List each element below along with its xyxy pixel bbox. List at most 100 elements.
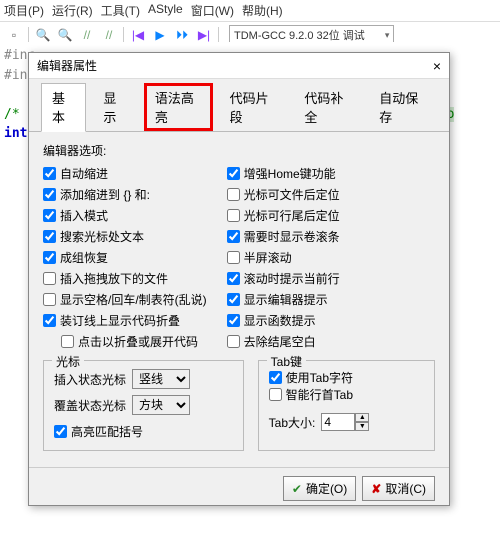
tab-completion[interactable]: 代码补全 [293, 83, 362, 131]
option-checkbox[interactable] [227, 209, 240, 222]
option-label: 成组恢复 [60, 249, 108, 266]
insert-cursor-select[interactable]: 竖线 [132, 369, 190, 389]
option-item: 点击以折叠或展开代码 [61, 333, 207, 350]
option-item: 显示编辑器提示 [227, 291, 340, 308]
cursor-legend: 光标 [52, 353, 84, 370]
option-item: 自动缩进 [43, 165, 207, 182]
option-label: 显示编辑器提示 [244, 291, 328, 308]
editor-properties-dialog: 编辑器属性 × 基本 显示 语法高亮 代码片段 代码补全 自动保存 编辑器选项:… [28, 52, 450, 506]
option-label: 插入拖拽放下的文件 [60, 270, 168, 287]
dialog-titlebar: 编辑器属性 × [29, 53, 449, 79]
check-icon: ✔ [292, 482, 302, 496]
tab-size-input[interactable] [321, 413, 355, 431]
compiler-label: TDM-GCC 9.2.0 32位 调试 [234, 27, 365, 43]
close-icon[interactable]: × [433, 58, 441, 74]
highlight-brackets-checkbox[interactable] [54, 425, 67, 438]
menubar: 项目(P) 运行(R) 工具(T) AStyle 窗口(W) 帮助(H) [0, 0, 500, 22]
option-checkbox[interactable] [227, 314, 240, 327]
option-label: 搜索光标处文本 [60, 228, 144, 245]
option-checkbox[interactable] [43, 251, 56, 264]
menu-window[interactable]: 窗口(W) [191, 2, 234, 19]
toolbar-separator [218, 27, 219, 43]
dialog-buttons: ✔ 确定(O) ✘ 取消(C) [29, 467, 449, 509]
dialog-body: 编辑器选项: 自动缩进添加缩进到 {} 和: 插入模式搜索光标处文本成组恢复插入拖… [29, 132, 449, 461]
overwrite-cursor-select[interactable]: 方块 [132, 395, 190, 415]
menu-astyle[interactable]: AStyle [148, 2, 183, 19]
option-item: 搜索光标处文本 [43, 228, 207, 245]
menu-tools[interactable]: 工具(T) [101, 2, 140, 19]
option-label: 装订线上显示代码折叠 [60, 312, 180, 329]
option-checkbox[interactable] [227, 167, 240, 180]
insert-cursor-label: 插入状态光标 [54, 371, 126, 388]
options-label: 编辑器选项: [43, 142, 435, 159]
dialog-tabs: 基本 显示 语法高亮 代码片段 代码补全 自动保存 [29, 79, 449, 132]
option-checkbox[interactable] [43, 167, 56, 180]
option-checkbox[interactable] [227, 272, 240, 285]
smart-indent-checkbox[interactable] [269, 388, 282, 401]
option-label: 增强Home键功能 [244, 165, 336, 182]
smart-indent-label: 智能行首Tab [286, 386, 353, 403]
option-item: 光标可行尾后定位 [227, 207, 340, 224]
option-label: 添加缩进到 {} 和: [60, 186, 150, 203]
option-checkbox[interactable] [43, 314, 56, 327]
option-item: 显示空格/回车/制表符(乱说) [43, 291, 207, 308]
option-item: 插入模式 [43, 207, 207, 224]
tab-size-label: Tab大小: [269, 414, 316, 431]
cursor-group: 光标 插入状态光标 竖线 覆盖状态光标 方块 高亮匹配括号 [43, 360, 244, 451]
ok-button[interactable]: ✔ 确定(O) [283, 476, 356, 501]
option-item: 半屏滚动 [227, 249, 340, 266]
option-label: 自动缩进 [60, 165, 108, 182]
option-label: 需要时显示卷滚条 [244, 228, 340, 245]
option-item: 显示函数提示 [227, 312, 340, 329]
toolbar-separator [28, 27, 29, 43]
menu-help[interactable]: 帮助(H) [242, 2, 283, 19]
use-tab-checkbox[interactable] [269, 371, 282, 384]
option-item: 装订线上显示代码折叠 [43, 312, 207, 329]
use-tab-label: 使用Tab字符 [286, 369, 353, 386]
dialog-title-text: 编辑器属性 [37, 57, 97, 74]
tab-snippet[interactable]: 代码片段 [219, 83, 288, 131]
option-checkbox[interactable] [43, 209, 56, 222]
spinner-up-icon[interactable]: ▲ [355, 413, 369, 422]
editor-options: 自动缩进添加缩进到 {} 和: 插入模式搜索光标处文本成组恢复插入拖拽放下的文件显… [43, 165, 435, 350]
spinner-down-icon[interactable]: ▼ [355, 422, 369, 431]
option-label: 显示函数提示 [244, 312, 316, 329]
option-checkbox[interactable] [227, 335, 240, 348]
overwrite-cursor-label: 覆盖状态光标 [54, 397, 126, 414]
tab-autosave[interactable]: 自动保存 [368, 83, 437, 131]
option-item: 成组恢复 [43, 249, 207, 266]
option-checkbox[interactable] [227, 251, 240, 264]
option-checkbox[interactable] [43, 293, 56, 306]
option-label: 光标可文件后定位 [244, 186, 340, 203]
option-checkbox[interactable] [227, 188, 240, 201]
tab-size-spinner[interactable]: ▲ ▼ [321, 413, 369, 431]
chevron-down-icon: ▾ [385, 30, 390, 41]
option-label: 点击以折叠或展开代码 [78, 333, 198, 350]
tab-basic[interactable]: 基本 [41, 83, 86, 132]
option-label: 显示空格/回车/制表符(乱说) [60, 291, 207, 308]
option-checkbox[interactable] [43, 188, 56, 201]
tab-display[interactable]: 显示 [92, 83, 137, 131]
menu-project[interactable]: 项目(P) [4, 2, 44, 19]
menu-run[interactable]: 运行(R) [52, 2, 93, 19]
option-item: 增强Home键功能 [227, 165, 340, 182]
tab-syntax-highlight[interactable]: 语法高亮 [144, 83, 213, 131]
cancel-button[interactable]: ✘ 取消(C) [362, 476, 435, 501]
option-checkbox[interactable] [61, 335, 74, 348]
tab-legend: Tab键 [267, 353, 306, 370]
highlight-brackets-label: 高亮匹配括号 [71, 423, 143, 440]
option-label: 光标可行尾后定位 [244, 207, 340, 224]
option-item: 去除结尾空白 [227, 333, 340, 350]
option-checkbox[interactable] [43, 272, 56, 285]
tab-group: Tab键 使用Tab字符 智能行首Tab Tab大小: ▲ ▼ [258, 360, 435, 451]
option-label: 半屏滚动 [244, 249, 292, 266]
option-label: 去除结尾空白 [244, 333, 316, 350]
groups-row: 光标 插入状态光标 竖线 覆盖状态光标 方块 高亮匹配括号 Tab键 [43, 360, 435, 451]
option-item: 滚动时提示当前行 [227, 270, 340, 287]
option-item: 需要时显示卷滚条 [227, 228, 340, 245]
option-checkbox[interactable] [43, 230, 56, 243]
option-checkbox[interactable] [227, 230, 240, 243]
option-label: 滚动时提示当前行 [244, 270, 340, 287]
option-checkbox[interactable] [227, 293, 240, 306]
cancel-icon: ✘ [371, 482, 381, 496]
